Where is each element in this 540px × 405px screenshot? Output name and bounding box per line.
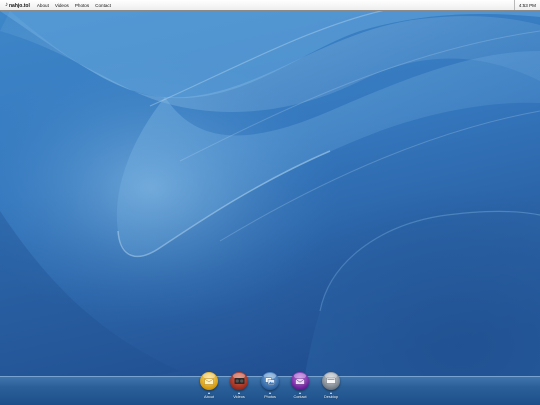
folder-glyph [204, 378, 214, 385]
menu-item-contact[interactable]: Contact [95, 3, 111, 8]
envelope-glyph [295, 378, 305, 385]
dock-item-about[interactable]: About [197, 372, 221, 405]
menu-item-videos[interactable]: Videos [55, 3, 69, 8]
photos-glyph [265, 377, 275, 385]
film-glyph [234, 378, 244, 384]
menu-item-photos[interactable]: Photos [75, 3, 89, 8]
aqua-wave-wallpaper [0, 11, 540, 405]
dock-label-videos: Videos [233, 394, 245, 399]
brand-menu[interactable]: nahjo.tol [9, 3, 30, 9]
menu-bar-clock-area: 4:53 PM [513, 0, 540, 10]
desktop-icon[interactable] [322, 372, 340, 390]
envelope-icon[interactable] [291, 372, 309, 390]
dock-item-contact[interactable]: Contact [288, 372, 312, 405]
film-icon[interactable] [230, 372, 248, 390]
mail-folder-icon[interactable] [200, 372, 218, 390]
dock-item-photos[interactable]: Photos [258, 372, 282, 405]
dock-label-photos: Photos [264, 394, 276, 399]
menu-bar: ♪ nahjo.tol About Videos Photos Contact … [0, 0, 540, 11]
music-note-icon[interactable]: ♪ [5, 0, 8, 11]
menu-item-about[interactable]: About [37, 3, 49, 8]
desktop-glyph [326, 377, 336, 384]
dock-item-desktop[interactable]: Desktop [319, 372, 343, 405]
photos-icon[interactable] [261, 372, 279, 390]
dock: About Videos Photos Contact Desktop [0, 372, 540, 405]
desktop-wallpaper [0, 11, 540, 405]
dock-label-desktop: Desktop [324, 394, 338, 399]
menu-bar-clock[interactable]: 4:53 PM [519, 3, 536, 8]
dock-label-about: About [204, 394, 214, 399]
menu-bar-left: ♪ nahjo.tol About Videos Photos Contact [5, 0, 117, 11]
dock-label-contact: Contact [293, 394, 307, 399]
dock-item-videos[interactable]: Videos [227, 372, 251, 405]
